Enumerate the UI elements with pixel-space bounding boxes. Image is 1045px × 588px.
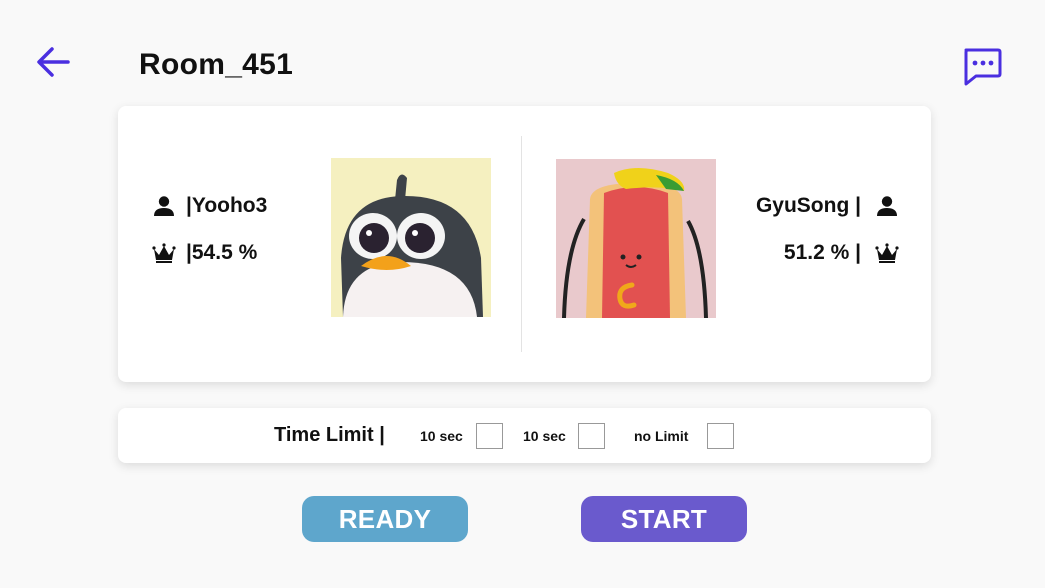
player1-name: |Yooho3 xyxy=(186,194,268,217)
time-limit-panel: Time Limit | 10 sec 10 sec no Limit xyxy=(118,408,931,463)
divider xyxy=(521,136,522,352)
player2-name-row: GyuSong | xyxy=(756,194,899,218)
room-title: Room_451 xyxy=(139,48,294,81)
player1-avatar xyxy=(331,158,491,317)
crown-icon xyxy=(152,243,176,263)
user-icon xyxy=(877,196,897,216)
back-button[interactable] xyxy=(34,42,74,82)
player1-winrate: |54.5 % xyxy=(186,241,258,264)
crown-icon xyxy=(875,243,899,263)
time-option-checkbox-1[interactable] xyxy=(476,423,503,449)
penguin-avatar-image xyxy=(331,158,491,317)
player2-avatar xyxy=(556,159,716,318)
players-panel: |Yooho3 |54.5 % GyuSong | 51.2 % | xyxy=(118,106,931,382)
ready-button[interactable]: READY xyxy=(302,496,468,542)
player1-winrate-row: |54.5 % xyxy=(152,241,257,265)
player1-name-row: |Yooho3 xyxy=(152,194,267,218)
player2-winrate: 51.2 % | xyxy=(783,241,861,264)
time-option-checkbox-2[interactable] xyxy=(578,423,605,449)
start-button[interactable]: START xyxy=(581,496,747,542)
time-limit-label: Time Limit | xyxy=(274,424,385,446)
player2-name: GyuSong | xyxy=(755,194,861,217)
player2-winrate-row: 51.2 % | xyxy=(784,241,899,265)
arrow-left-icon xyxy=(37,47,70,77)
chat-bubble-dots-icon xyxy=(964,48,1002,86)
chat-button[interactable] xyxy=(960,46,1004,88)
time-option-label: 10 sec xyxy=(523,428,566,444)
time-option-label: no Limit xyxy=(634,428,689,444)
time-option-label: 10 sec xyxy=(420,428,463,444)
hotdog-avatar-image xyxy=(556,159,716,318)
no-limit-checkbox[interactable] xyxy=(707,423,734,449)
user-icon xyxy=(154,196,174,216)
